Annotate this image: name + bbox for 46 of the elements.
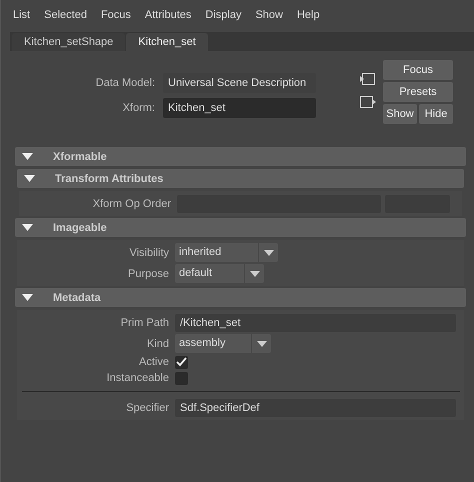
section-title: Transform Attributes — [55, 172, 164, 184]
field-label: Data Model: — [94, 77, 156, 89]
collapse-triangle-icon[interactable] — [22, 294, 33, 301]
tab[interactable]: Kitchen_set — [126, 33, 208, 51]
panel-button[interactable]: Presets — [383, 82, 453, 102]
value-display: Universal Scene Description — [163, 73, 316, 93]
field-label: Specifier — [125, 402, 170, 414]
menu-item[interactable]: Attributes — [138, 9, 198, 23]
menu-item[interactable]: Focus — [94, 9, 138, 23]
section-header[interactable]: Imageable — [15, 218, 466, 237]
field-label: Visibility — [128, 246, 170, 258]
field-label: Xform: — [122, 102, 156, 114]
field-label: Kind — [146, 338, 170, 350]
panel-button[interactable]: Show — [383, 104, 417, 124]
panel-button[interactable]: Hide — [419, 104, 453, 124]
checkbox-label: Active — [138, 356, 170, 368]
menu-item[interactable]: Selected — [37, 9, 94, 23]
collapse-triangle-icon[interactable] — [22, 153, 33, 160]
checkbox-label: Instanceable — [106, 372, 170, 384]
checkbox[interactable] — [175, 372, 188, 384]
menu-item[interactable]: List — [6, 9, 38, 23]
section-header[interactable]: Xformable — [15, 147, 466, 166]
collapse-triangle-icon[interactable] — [24, 175, 35, 182]
text-field[interactable]: Sdf.SpecifierDef — [175, 398, 456, 416]
text-field[interactable]: Kitchen_set — [163, 98, 316, 118]
collapse-triangle-icon[interactable] — [22, 224, 33, 231]
text-field[interactable]: /Kitchen_set — [175, 314, 456, 332]
output-connection-icon[interactable] — [360, 95, 376, 109]
menu-item[interactable]: Display — [198, 9, 248, 23]
section-title: Imageable — [53, 222, 107, 234]
input-connection-icon[interactable] — [360, 72, 376, 86]
section-title: Xformable — [53, 150, 107, 162]
dropdown-arrow-icon[interactable] — [256, 340, 266, 346]
checkbox[interactable] — [175, 356, 188, 368]
section-title: Metadata — [53, 292, 101, 304]
section-header[interactable]: Metadata — [15, 288, 466, 307]
dropdown-arrow-icon[interactable] — [250, 270, 260, 276]
dropdown-arrow-icon[interactable] — [264, 250, 274, 256]
tab[interactable]: Kitchen_setShape — [12, 33, 126, 51]
field-label: Prim Path — [120, 316, 170, 328]
menu-item[interactable]: Help — [290, 9, 327, 23]
section-header[interactable]: Transform Attributes — [17, 169, 464, 188]
panel-button[interactable]: Focus — [383, 60, 453, 80]
menu-item[interactable]: Show — [248, 9, 290, 23]
field-label: Xform Op Order — [92, 198, 172, 210]
field-label: Purpose — [127, 268, 170, 280]
